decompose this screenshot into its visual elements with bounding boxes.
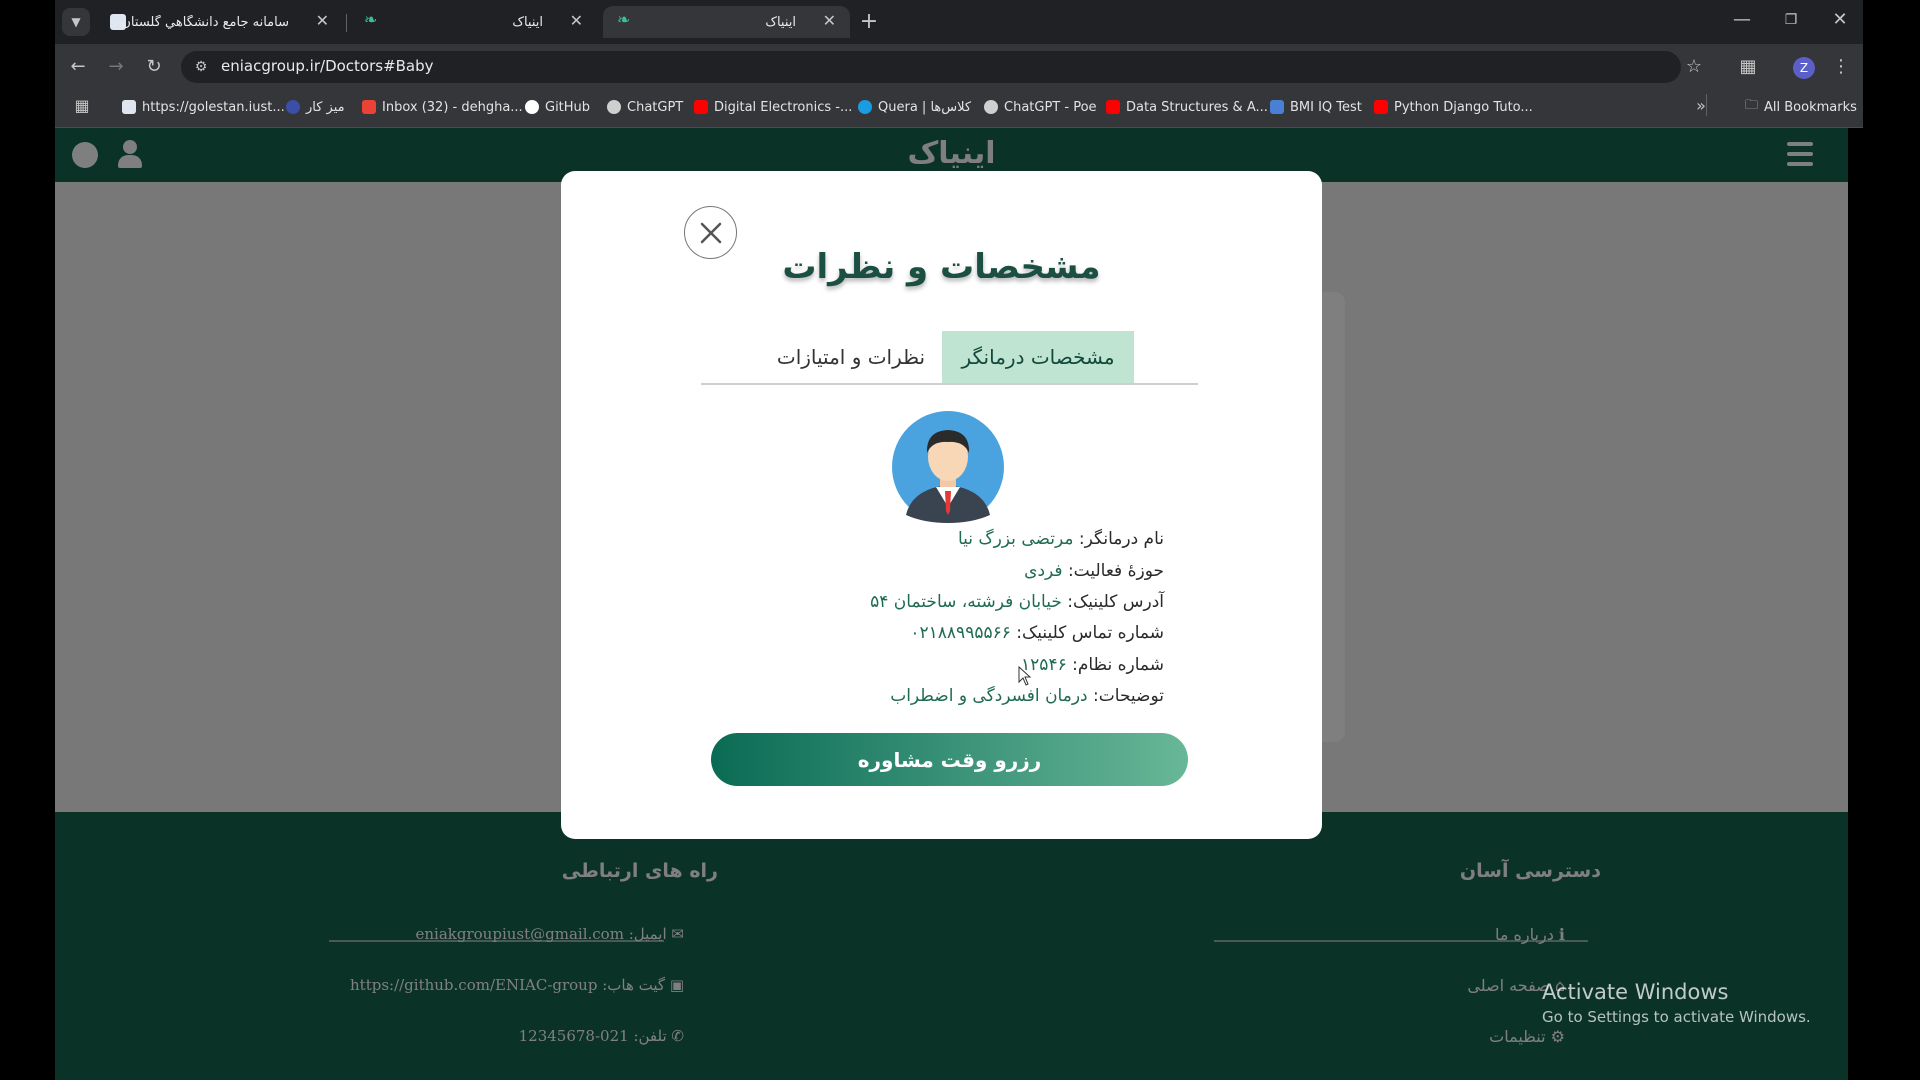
more-bookmarks-chevron-icon[interactable]: »: [1687, 92, 1715, 120]
poe-icon: [984, 100, 998, 114]
extensions-puzzle-icon[interactable]: ▦: [1734, 53, 1762, 81]
close-tab-icon[interactable]: ✕: [823, 11, 836, 30]
license-number-row: شماره نظام: ۱۲۵۴۶: [1021, 655, 1164, 675]
new-tab-plus-icon[interactable]: +: [855, 8, 883, 36]
tabs-underline: [701, 383, 1198, 385]
tab-divider: [346, 14, 347, 32]
all-bookmarks-button[interactable]: 🗀 All Bookmarks: [1745, 96, 1857, 118]
close-tab-icon[interactable]: ✕: [570, 11, 583, 30]
reload-icon[interactable]: ↻: [140, 53, 168, 81]
close-window-icon[interactable]: ✕: [1826, 6, 1854, 34]
github-icon: [525, 100, 539, 114]
close-tab-icon[interactable]: ✕: [316, 11, 329, 30]
mouse-cursor-icon: [1018, 666, 1032, 686]
site-icon: [1270, 100, 1284, 114]
clinic-address-row: آدرس کلینیک: خیابان فرشته، ساختمان ۵۴: [870, 592, 1164, 612]
activate-windows-title: Activate Windows: [1542, 980, 1729, 1004]
youtube-icon: [1106, 100, 1120, 114]
tab-reviews[interactable]: نظرات و امتیازات: [761, 331, 941, 383]
url-text[interactable]: eniacgroup.ir/Doctors#Baby: [221, 57, 434, 75]
site-icon: [286, 100, 300, 114]
activity-field-row: حوزهٔ فعالیت: فردی: [1024, 561, 1164, 581]
tab-eniac-active[interactable]: ❧ اینیاک ✕: [603, 6, 850, 38]
back-arrow-icon[interactable]: ←: [64, 53, 92, 81]
bookmark-star-icon[interactable]: ☆: [1680, 53, 1708, 81]
youtube-icon: [694, 100, 708, 114]
tab-golestan[interactable]: سامانه جامع دانشگاهي گلستان - ✕: [96, 6, 343, 38]
bookmarks-divider: [1706, 94, 1707, 116]
bookmark-golestan[interactable]: https://golestan.iust...: [122, 96, 285, 118]
forward-arrow-icon[interactable]: →: [102, 53, 130, 81]
eniac-favicon-icon: ❧: [364, 10, 378, 29]
bookmark-django[interactable]: Python Django Tuto...: [1374, 96, 1533, 118]
bookmark-poe[interactable]: ChatGPT - Poe: [984, 96, 1097, 118]
site-icon: [122, 100, 136, 114]
close-icon: [700, 222, 721, 243]
bookmark-inbox[interactable]: Inbox (32) - dehgha...: [362, 96, 523, 118]
restore-window-icon[interactable]: ❐: [1777, 6, 1805, 34]
doctor-avatar: [892, 411, 1004, 523]
apps-grid-icon[interactable]: ▦: [68, 92, 96, 120]
chatgpt-icon: [607, 100, 621, 114]
doctor-details-modal: مشخصات و نظرات مشخصات درمانگر نظرات و ام…: [561, 171, 1322, 839]
quera-icon: [858, 100, 872, 114]
folder-icon: 🗀: [1745, 98, 1759, 113]
youtube-icon: [1374, 100, 1388, 114]
browser-menu-icon[interactable]: ⋮: [1827, 53, 1855, 81]
bookmark-chatgpt[interactable]: ChatGPT: [607, 96, 683, 118]
eniac-favicon-icon: ❧: [617, 10, 631, 29]
profile-avatar[interactable]: Z: [1793, 57, 1815, 79]
doctor-name-row: نام درمانگر: مرتضی بزرگ نیا: [957, 529, 1164, 549]
bookmark-miz-kar[interactable]: میز کار: [286, 96, 345, 118]
gmail-icon: [362, 100, 376, 114]
modal-title: مشخصات و نظرات: [782, 247, 1101, 287]
clinic-phone-row: شماره تماس کلینیک: ۰۲۱۸۸۹۹۵۵۶۶: [910, 623, 1164, 643]
site-info-icon[interactable]: ⚙: [187, 53, 215, 81]
bookmark-data-structures[interactable]: Data Structures & A...: [1106, 96, 1268, 118]
activate-windows-subtitle: Go to Settings to activate Windows.: [1542, 1008, 1811, 1026]
tab-search-button[interactable]: ▼: [62, 8, 90, 36]
tab-eniac-1[interactable]: ❧ اینیاک ✕: [350, 6, 597, 38]
minimize-window-icon[interactable]: —: [1728, 6, 1756, 34]
bookmark-github[interactable]: GitHub: [525, 96, 590, 118]
description-row: توضیحات: درمان افسردگی و اضطراب: [890, 686, 1164, 706]
bookmark-bmi-iq[interactable]: BMI IQ Test: [1270, 96, 1362, 118]
bookmark-digital-electronics[interactable]: Digital Electronics -...: [694, 96, 852, 118]
reserve-consultation-button[interactable]: رزرو وقت مشاوره: [711, 733, 1188, 786]
tab-doctor-specs[interactable]: مشخصات درمانگر: [942, 331, 1134, 383]
bookmark-quera[interactable]: Quera | کلاس‌ها: [858, 96, 971, 118]
